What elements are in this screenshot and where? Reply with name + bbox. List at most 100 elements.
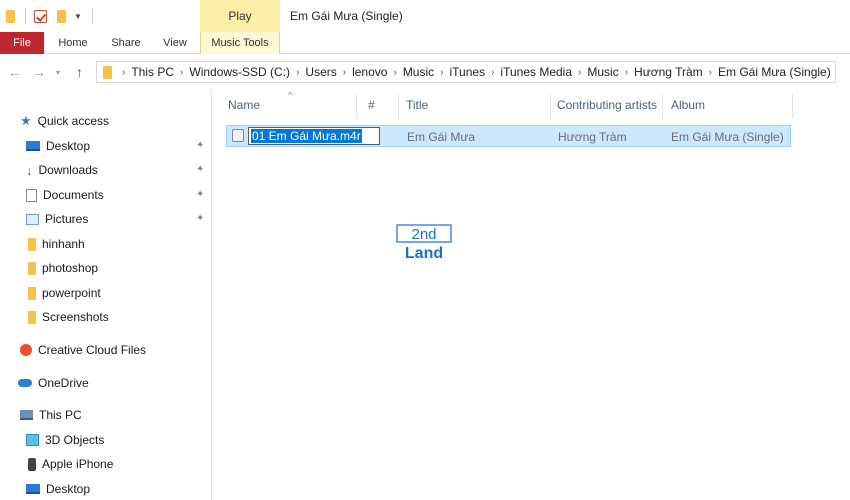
breadcrumb-itunes-media[interactable]: iTunes Media bbox=[500, 65, 572, 79]
nav-label: Creative Cloud Files bbox=[38, 343, 147, 357]
tab-file[interactable]: File bbox=[0, 32, 44, 54]
window-title: Em Gái Mưa (Single) bbox=[290, 9, 403, 23]
column-header-number[interactable]: # bbox=[368, 98, 375, 112]
nav-item-hinhanh[interactable]: hinhanh bbox=[28, 233, 85, 255]
chevron-right-icon[interactable]: › bbox=[440, 67, 443, 78]
folder-icon bbox=[28, 286, 36, 300]
column-divider[interactable] bbox=[550, 94, 551, 118]
forward-arrow-icon[interactable]: → bbox=[32, 64, 46, 80]
address-bar[interactable]: › This PC › Windows-SSD (C:) › Users › l… bbox=[96, 61, 836, 83]
chevron-right-icon[interactable]: › bbox=[296, 67, 299, 78]
tab-home[interactable]: Home bbox=[53, 32, 93, 54]
nav-label: Apple iPhone bbox=[42, 457, 114, 471]
nav-item-downloads[interactable]: ↓ Downloads bbox=[26, 159, 98, 181]
nav-item-documents[interactable]: Documents bbox=[26, 184, 104, 206]
column-header-album[interactable]: Album bbox=[671, 98, 705, 112]
column-header-title[interactable]: Title bbox=[406, 98, 428, 112]
nav-item-pictures[interactable]: Pictures bbox=[26, 208, 88, 230]
watermark-line2: Land bbox=[405, 245, 443, 262]
documents-icon bbox=[26, 188, 37, 202]
3d-objects-icon bbox=[26, 434, 39, 446]
breadcrumb-music-2[interactable]: Music bbox=[587, 65, 618, 79]
chevron-right-icon[interactable]: › bbox=[393, 67, 396, 78]
breadcrumb-this-pc[interactable]: This PC bbox=[131, 65, 174, 79]
cell-album: Em Gái Mưa (Single) bbox=[671, 130, 784, 144]
breadcrumb-users[interactable]: Users bbox=[305, 65, 336, 79]
cell-contributing-artists: Hương Tràm bbox=[558, 130, 627, 144]
breadcrumb-windows-ssd[interactable]: Windows-SSD (C:) bbox=[189, 65, 290, 79]
properties-icon[interactable] bbox=[34, 9, 47, 23]
desktop-icon bbox=[26, 141, 40, 151]
tab-view[interactable]: View bbox=[157, 32, 193, 54]
nav-onedrive[interactable]: OneDrive bbox=[18, 372, 89, 394]
column-divider[interactable] bbox=[662, 94, 663, 118]
nav-item-screenshots[interactable]: Screenshots bbox=[28, 306, 109, 328]
chevron-right-icon[interactable]: › bbox=[491, 67, 494, 78]
folder-icon bbox=[6, 9, 15, 23]
brand-watermark-logo: 2nd Land bbox=[396, 224, 452, 262]
new-folder-icon[interactable] bbox=[57, 9, 66, 23]
pin-icon[interactable]: ✦ bbox=[196, 140, 204, 151]
nav-label: Downloads bbox=[38, 163, 98, 177]
customize-toolbar-icon[interactable]: ▼ bbox=[74, 12, 82, 21]
navigation-pane: ★ Quick access Desktop ✦ ↓ Downloads ✦ D… bbox=[0, 90, 212, 500]
pin-icon[interactable]: ✦ bbox=[196, 164, 204, 175]
nav-label: This PC bbox=[39, 408, 82, 422]
nav-creative-cloud[interactable]: Creative Cloud Files bbox=[20, 339, 146, 361]
audio-file-icon bbox=[232, 129, 244, 142]
nav-item-apple-iphone[interactable]: Apple iPhone bbox=[28, 453, 113, 475]
computer-icon bbox=[20, 410, 33, 420]
back-arrow-icon[interactable]: ← bbox=[8, 64, 22, 80]
column-divider[interactable] bbox=[398, 94, 399, 118]
breadcrumb-lenovo[interactable]: lenovo bbox=[352, 65, 387, 79]
creative-cloud-icon bbox=[20, 344, 32, 356]
folder-icon bbox=[28, 237, 36, 251]
pin-icon[interactable]: ✦ bbox=[196, 213, 204, 224]
chevron-right-icon[interactable]: › bbox=[122, 67, 125, 78]
title-bar: ▼ Play Em Gái Mưa (Single) bbox=[0, 0, 850, 32]
chevron-right-icon[interactable]: › bbox=[343, 67, 346, 78]
folder-icon bbox=[28, 261, 36, 275]
recent-locations-icon[interactable]: ▾ bbox=[56, 68, 60, 77]
nav-label: Screenshots bbox=[42, 310, 109, 324]
nav-label: 3D Objects bbox=[45, 433, 105, 447]
rename-selected-text: 01 Em Gái Mưa.m4r bbox=[251, 129, 362, 143]
quick-access-toolbar: ▼ bbox=[0, 0, 93, 32]
folder-icon bbox=[103, 65, 112, 79]
tab-music-tools[interactable]: Music Tools bbox=[200, 32, 280, 54]
chevron-right-icon[interactable]: › bbox=[625, 67, 628, 78]
play-context-tab[interactable]: Play bbox=[200, 0, 280, 32]
nav-label: hinhanh bbox=[42, 237, 85, 251]
star-icon: ★ bbox=[20, 113, 32, 128]
file-row[interactable]: 01 Em Gái Mưa.m4r Em Gái Mưa Hương Tràm … bbox=[226, 125, 791, 147]
chevron-right-icon[interactable]: › bbox=[709, 67, 712, 78]
chevron-right-icon[interactable]: › bbox=[180, 67, 183, 78]
chevron-right-icon[interactable]: › bbox=[578, 67, 581, 78]
pin-icon[interactable]: ✦ bbox=[196, 189, 204, 200]
breadcrumb-album[interactable]: Em Gái Mưa (Single) bbox=[718, 65, 831, 79]
download-icon: ↓ bbox=[26, 162, 33, 178]
column-divider[interactable] bbox=[356, 94, 357, 118]
ribbon-tabs: File Home Share View Music Tools bbox=[0, 32, 850, 54]
divider bbox=[91, 9, 93, 23]
nav-item-desktop[interactable]: Desktop bbox=[26, 135, 90, 157]
tab-share[interactable]: Share bbox=[106, 32, 146, 54]
rename-input[interactable]: 01 Em Gái Mưa.m4r bbox=[248, 127, 380, 145]
nav-this-pc[interactable]: This PC bbox=[20, 404, 82, 426]
column-divider[interactable] bbox=[792, 94, 793, 118]
nav-quick-access[interactable]: ★ Quick access bbox=[20, 110, 109, 132]
column-headers: Name # Title Contributing artists Album bbox=[214, 90, 850, 120]
breadcrumb-itunes[interactable]: iTunes bbox=[450, 65, 486, 79]
nav-label: Desktop bbox=[46, 139, 91, 153]
breadcrumb-music[interactable]: Music bbox=[403, 65, 434, 79]
nav-item-powerpoint[interactable]: powerpoint bbox=[28, 282, 101, 304]
up-arrow-icon[interactable]: ↑ bbox=[76, 64, 83, 80]
nav-item-desktop-pc[interactable]: Desktop bbox=[26, 478, 90, 500]
nav-item-3d-objects[interactable]: 3D Objects bbox=[26, 429, 104, 451]
column-header-name[interactable]: Name bbox=[228, 98, 260, 112]
breadcrumb-artist[interactable]: Hương Tràm bbox=[634, 65, 703, 79]
nav-label: powerpoint bbox=[42, 286, 101, 300]
cloud-icon bbox=[18, 379, 32, 387]
column-header-contributing-artists[interactable]: Contributing artists bbox=[557, 98, 657, 112]
nav-item-photoshop[interactable]: photoshop bbox=[28, 257, 98, 279]
